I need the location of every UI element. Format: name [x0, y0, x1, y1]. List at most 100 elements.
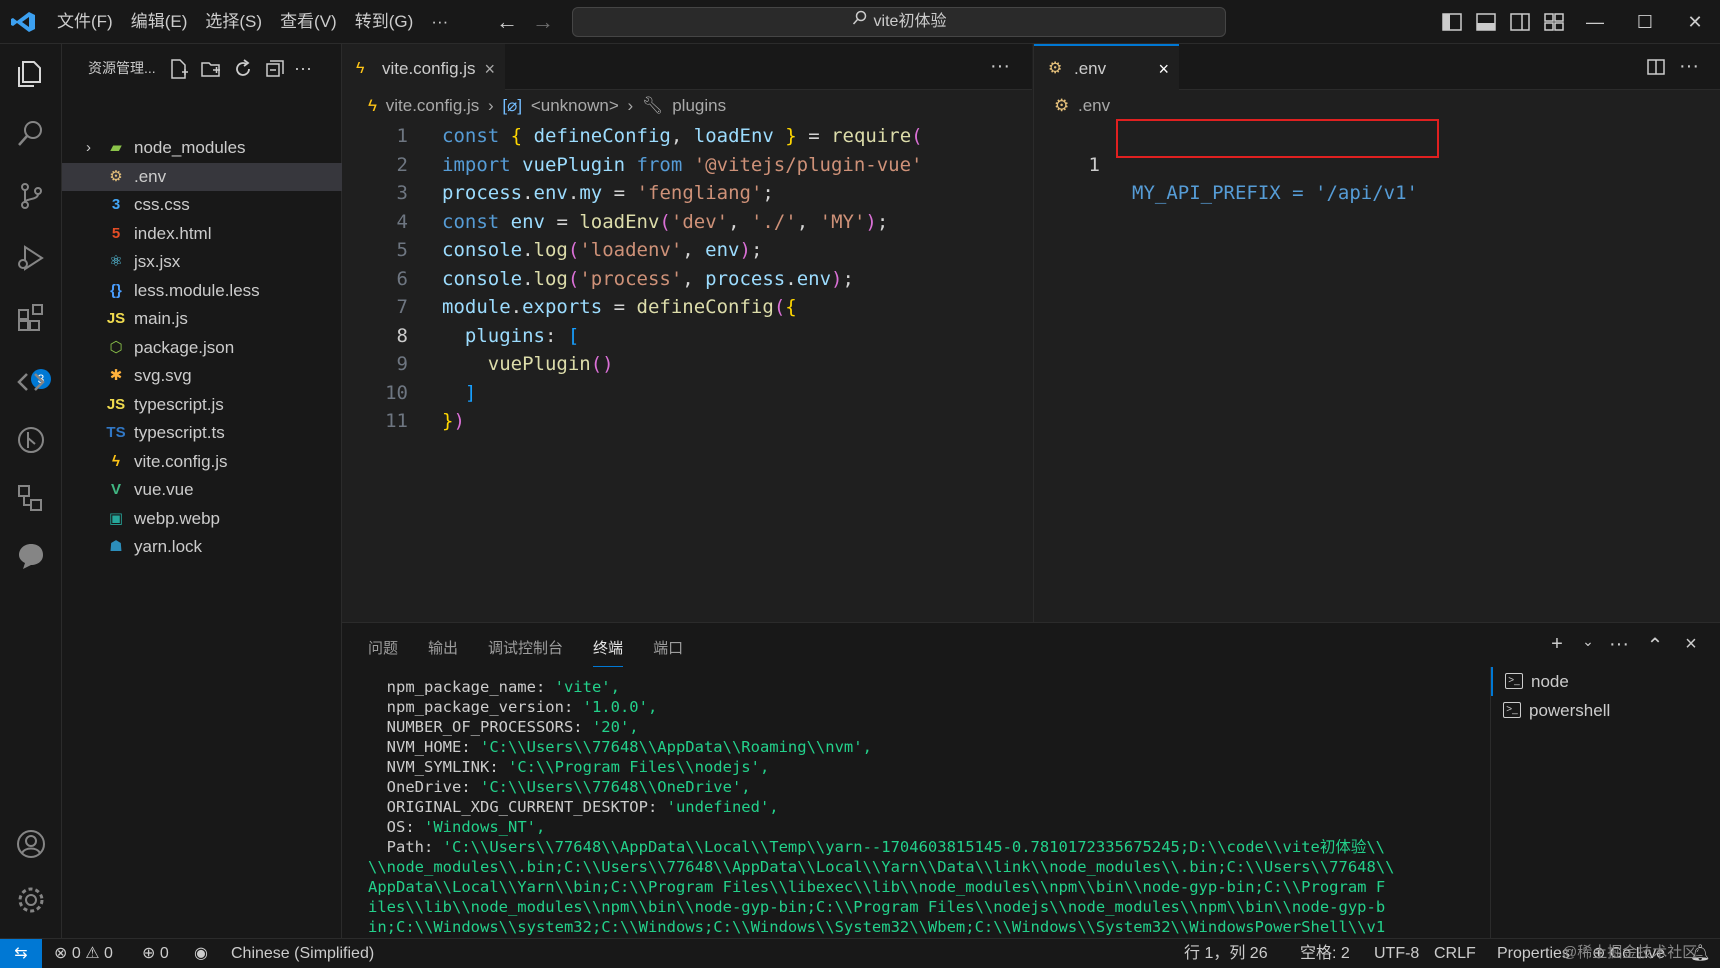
- run-debug-icon[interactable]: [15, 242, 47, 274]
- line-number: 11: [385, 410, 408, 432]
- file-item[interactable]: TS typescript.ts: [62, 419, 342, 448]
- tab-env[interactable]: ⚙ .env ×: [1034, 44, 1179, 90]
- terminal-value: 'C:\\Users\\77648\\AppData\\Local\\Temp\…: [442, 838, 1386, 856]
- git-graph-icon[interactable]: [15, 424, 47, 456]
- eye-icon[interactable]: ◉: [194, 939, 208, 968]
- file-item[interactable]: ϟ vite.config.js: [62, 448, 342, 477]
- encoding[interactable]: UTF-8: [1374, 939, 1419, 968]
- back-arrow-icon[interactable]: ←: [495, 10, 519, 34]
- cursor-position[interactable]: 行 1，列 26: [1184, 939, 1268, 968]
- panel-tab[interactable]: 终端: [593, 637, 624, 667]
- search-icon[interactable]: [15, 118, 47, 150]
- terminal-instance[interactable]: >_ powershell: [1491, 696, 1720, 725]
- menu-item[interactable]: 查看(V): [271, 0, 346, 44]
- code-line: 1 const { defineConfig, loadEnv } = requi…: [342, 122, 1032, 151]
- file-item[interactable]: ▣ webp.webp: [62, 505, 342, 534]
- split-editor-icon[interactable]: [1646, 57, 1666, 77]
- new-file-icon[interactable]: [168, 58, 190, 80]
- breadcrumb-file[interactable]: vite.config.js: [386, 96, 480, 115]
- new-folder-icon[interactable]: [200, 58, 222, 80]
- breadcrumb-file[interactable]: .env: [1078, 96, 1110, 115]
- settings-gear-icon[interactable]: [15, 884, 47, 916]
- file-item[interactable]: ⚛ jsx.jsx: [62, 248, 342, 277]
- toggle-secondary-sidebar-icon[interactable]: [1508, 10, 1532, 34]
- file-item[interactable]: 5 index.html: [62, 220, 342, 249]
- line-number: 9: [396, 353, 408, 375]
- command-center-label: vite初体验: [873, 13, 947, 30]
- chevron-down-icon[interactable]: ⌄: [1582, 633, 1594, 658]
- editor-more-actions-icon[interactable]: ···: [1679, 56, 1699, 76]
- breadcrumb-property[interactable]: plugins: [672, 96, 726, 115]
- refresh-icon[interactable]: [232, 58, 254, 80]
- code-area[interactable]: 1 const { defineConfig, loadEnv } = requi…: [342, 122, 1032, 436]
- close-tab-icon[interactable]: ×: [484, 46, 495, 92]
- editor-more-actions-icon[interactable]: ···: [990, 56, 1010, 76]
- new-terminal-icon[interactable]: +: [1546, 633, 1568, 658]
- close-panel-icon[interactable]: ×: [1680, 633, 1702, 658]
- language-pack[interactable]: Chinese (Simplified): [231, 939, 374, 968]
- search-icon: [852, 10, 866, 25]
- more-actions-icon[interactable]: ···: [294, 58, 316, 80]
- terminal-key: ORIGINAL_XDG_CURRENT_DESKTOP:: [368, 798, 667, 816]
- file-item[interactable]: {} less.module.less: [62, 277, 342, 306]
- minimize-button[interactable]: —: [1570, 0, 1620, 44]
- file-item[interactable]: JS main.js: [62, 305, 342, 334]
- forward-arrow-icon[interactable]: →: [531, 10, 555, 34]
- file-item[interactable]: ☗ yarn.lock: [62, 533, 342, 562]
- breadcrumb-symbol[interactable]: <unknown>: [531, 96, 619, 115]
- chat-icon[interactable]: [15, 540, 47, 572]
- toggle-primary-sidebar-icon[interactable]: [1440, 10, 1464, 34]
- tab-vite-config[interactable]: ϟ vite.config.js ×: [342, 44, 505, 90]
- file-item[interactable]: ✱ svg.svg: [62, 362, 342, 391]
- indentation[interactable]: 空格: 2: [1300, 939, 1350, 968]
- file-item[interactable]: 3 css.css: [62, 191, 342, 220]
- close-window-button[interactable]: ✕: [1670, 0, 1720, 44]
- more-actions-icon[interactable]: ···: [1608, 633, 1630, 658]
- broadcast-icon: ⊕: [142, 945, 156, 962]
- panel-tab[interactable]: 端口: [653, 637, 683, 667]
- references-icon[interactable]: [15, 482, 47, 514]
- file-item[interactable]: Vvue.vue: [62, 476, 342, 505]
- language-mode[interactable]: Properties: [1497, 939, 1570, 968]
- file-item[interactable]: ⬡ package.json: [62, 334, 342, 363]
- source-control-icon[interactable]: [15, 180, 47, 212]
- file-name: svg.svg: [134, 366, 192, 385]
- terminal-key: OS:: [368, 818, 424, 836]
- extensions-icon[interactable]: [15, 302, 47, 334]
- vite-file-icon: ϟ: [368, 96, 377, 115]
- end-of-line[interactable]: CRLF: [1434, 939, 1476, 968]
- ports-indicator[interactable]: ⊕ 0: [142, 939, 169, 968]
- tab-label: vite.config.js: [382, 59, 476, 78]
- remote-indicator-icon[interactable]: ⇆: [0, 939, 42, 968]
- panel-tab[interactable]: 调试控制台: [488, 637, 563, 667]
- file-item[interactable]: › ▰ node_modules: [62, 134, 342, 163]
- image-file-icon: ▣: [108, 509, 124, 527]
- toggle-panel-icon[interactable]: [1474, 10, 1498, 34]
- account-icon[interactable]: [15, 828, 47, 860]
- menu-more-icon[interactable]: ···: [422, 0, 457, 44]
- collapse-all-icon[interactable]: [264, 58, 286, 80]
- customize-layout-icon[interactable]: [1542, 10, 1566, 34]
- explorer-icon[interactable]: [15, 58, 47, 90]
- panel-tab[interactable]: 问题: [368, 637, 398, 667]
- terminal-value: '20',: [591, 718, 639, 736]
- panel-tab[interactable]: 输出: [428, 637, 458, 667]
- editor-tabs-2: ⚙ .env × ···: [1034, 44, 1720, 90]
- menu-item[interactable]: 选择(S): [196, 0, 271, 44]
- maximize-panel-icon[interactable]: ⌃: [1644, 633, 1666, 658]
- menu-item[interactable]: 编辑(E): [122, 0, 197, 44]
- remote-explorer-icon[interactable]: [15, 366, 47, 398]
- terminal-key: OneDrive:: [368, 778, 480, 796]
- close-tab-icon[interactable]: ×: [1158, 46, 1169, 92]
- menu-item[interactable]: 文件(F): [48, 0, 122, 44]
- line-number: 10: [385, 381, 408, 404]
- problems-indicator[interactable]: ⊗ 0 ⚠ 0: [54, 939, 113, 968]
- command-center-search[interactable]: vite初体验: [572, 7, 1226, 37]
- file-item[interactable]: JS typescript.js: [62, 391, 342, 420]
- terminal-instance[interactable]: >_ node: [1491, 667, 1720, 696]
- file-name: vite.config.js: [134, 451, 228, 471]
- maximize-button[interactable]: ☐: [1620, 0, 1670, 44]
- menu-item[interactable]: 转到(G): [346, 0, 423, 44]
- env-file-icon: ⚙: [109, 167, 123, 185]
- file-item[interactable]: ⚙ .env: [62, 162, 342, 191]
